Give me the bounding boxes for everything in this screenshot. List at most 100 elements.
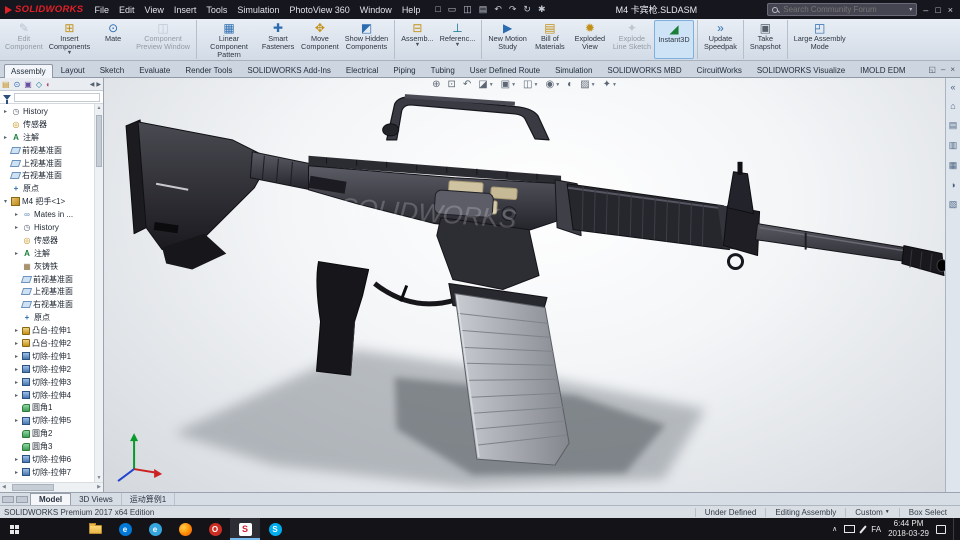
menu-help[interactable]: Help [397,3,426,17]
action-center-icon[interactable] [936,524,946,534]
section-view-icon[interactable]: ◪ ▼ [478,79,493,90]
appearances-scenes-icon[interactable]: ◑ [950,180,955,190]
maximize-button[interactable]: □ [935,5,940,15]
tree-item[interactable]: ▸ 切除-拉伸7 [0,466,93,479]
reference-geometry-button[interactable]: ⊥ Referenc... ▼ [437,20,479,59]
update-speedpak-button[interactable]: » Update Speedpak ▼ [697,20,740,59]
tab-imold-edm[interactable]: IMOLD EDM [853,63,912,77]
tree-item[interactable]: ▸ 切除-拉伸3 [0,376,93,389]
options-icon[interactable]: ✱ [538,4,546,15]
search-dropdown-icon[interactable]: ▾ [909,6,912,13]
fm-scroll-left-icon[interactable]: ◀ [90,81,95,88]
tree-expander-icon[interactable]: ▸ [13,353,20,360]
tree-item[interactable]: ▾ M4 把手<1> [0,195,93,208]
tab-circuitworks[interactable]: CircuitWorks [690,63,749,77]
taskbar-firefox-icon[interactable] [170,518,200,540]
edit-appearance-icon[interactable]: ◐▼ [567,79,573,90]
handguard-group[interactable] [554,179,736,251]
tab-electrical[interactable]: Electrical [339,63,385,77]
fm-scroll-right-icon[interactable]: ▶ [96,81,101,88]
save-icon[interactable]: ◫ [463,4,472,15]
model-tab[interactable]: Model [30,493,72,505]
scroll-left-icon[interactable]: ◀ [2,484,6,490]
bill-of-materials-button[interactable]: ▤ Bill of Materials ▼ [530,20,570,59]
tree-expander-icon[interactable]: ▸ [13,250,20,257]
tree-expander-icon[interactable]: ▸ [13,366,20,373]
new-motion-study-button[interactable]: ▶ New Motion Study ▼ [481,20,530,59]
tree-expander-icon[interactable]: ▸ [13,211,20,218]
tree-vertical-scrollbar[interactable]: ▲ ▼ [94,104,103,482]
tree-item[interactable]: 圆角2 [0,427,93,440]
scrollbar-thumb[interactable] [96,115,102,167]
tree-expander-icon[interactable]: ▸ [13,469,20,476]
tree-item[interactable]: 圆角3 [0,440,93,453]
undo-icon[interactable]: ↶ [494,4,502,15]
show-desktop-button[interactable] [953,518,957,540]
tab-render-tools[interactable]: Render Tools [178,63,239,77]
tree-item[interactable]: ▸ 切除-拉伸5 [0,414,93,427]
menu-window[interactable]: Window [355,3,397,17]
close-button[interactable]: × [948,5,953,15]
tab-solidworks-add-ins[interactable]: SOLIDWORKS Add-Ins [240,63,338,77]
view-settings-icon[interactable]: ✦ ▼ [603,79,617,90]
community-search[interactable]: ▾ [767,3,918,16]
tab-layout[interactable]: Layout [54,63,92,77]
hidden-icons-chevron-icon[interactable]: ∧ [832,525,837,533]
tab-evaluate[interactable]: Evaluate [132,63,177,77]
viewport-3d-canvas[interactable]: SOLIDWORKS [104,78,945,492]
taskbar-clock[interactable]: 6:44 PM 2018-03-29 [888,519,929,538]
tree-expander-icon[interactable]: ▸ [2,108,9,115]
solidworks-resources-icon[interactable]: ⌂ [950,101,955,111]
assembly-features-button[interactable]: ⊟ Assemb... ▼ [394,20,436,59]
instant3d-button[interactable]: ◢ Instant3D ▼ [654,20,695,59]
component-preview-window-button[interactable]: ◫ Component Preview Window ▼ [133,20,193,59]
open-document-icon[interactable]: ▭ [448,4,457,15]
front-sight-group[interactable] [722,161,761,271]
propertymanager-tab-icon[interactable]: ⊙ [14,80,21,89]
menu-insert[interactable]: Insert [169,3,202,17]
menu-view[interactable]: View [139,3,168,17]
motion-study-tab[interactable]: 运动算例1 [122,493,176,505]
editing-mode-status[interactable]: Editing Assembly▼ [765,507,845,517]
carry-handle-group[interactable] [382,94,550,141]
taskbar-file-explorer-icon[interactable] [80,518,110,540]
taskbar-solidworks-icon[interactable]: S [230,518,260,540]
pane-splitter-handle[interactable] [16,495,28,503]
tab-solidworks-visualize[interactable]: SOLIDWORKS Visualize [750,63,852,77]
apply-scene-icon[interactable]: ▨ ▼ [580,79,595,90]
edit-component-button[interactable]: ✎ Edit Component ▼ [2,20,46,59]
mate-button[interactable]: ⊙ Mate ▼ [93,20,133,59]
show-hidden-components-button[interactable]: ◩ Show Hidden Components ▼ [342,20,391,59]
insert-components-button[interactable]: ⊞ Insert Components ▼ [46,20,93,59]
language-indicator[interactable]: FA [871,525,881,534]
large-assembly-mode-button[interactable]: ◰ Large Assembly Mode ▼ [786,20,849,59]
tree-expander-icon[interactable]: ▸ [13,379,20,386]
tree-horizontal-scrollbar[interactable]: ◀ ▶ [0,482,103,492]
menu-file[interactable]: File [89,3,114,17]
collapse-taskpane-icon[interactable]: « [950,82,955,92]
tree-expander-icon[interactable]: ▸ [13,392,20,399]
scrollbar-thumb[interactable] [12,484,54,491]
tree-item[interactable]: 上视基准面 [0,157,93,170]
tab-assembly[interactable]: Assembly [4,64,53,78]
tree-item[interactable]: ▸ History [0,221,93,234]
zoom-to-fit-icon[interactable]: ⊕▼ [432,79,440,90]
custom-properties-icon[interactable]: ▧ [949,199,958,210]
taskbar-edge-icon[interactable]: e [110,518,140,540]
tree-expander-icon[interactable]: ▸ [13,340,20,347]
search-input[interactable] [781,4,907,15]
take-snapshot-button[interactable]: ▣ Take Snapshot ▼ [742,20,784,59]
tree-item[interactable]: ▸ 注解 [0,131,93,144]
tab-piping[interactable]: Piping [386,63,422,77]
selection-mode-status[interactable]: Box Select▼ [898,507,956,517]
rebuild-icon[interactable]: ↻ [523,4,531,15]
tree-item[interactable]: 圆角1 [0,401,93,414]
hide-show-items-icon[interactable]: ◉ ▼ [545,79,560,90]
pane-splitter-handle[interactable] [2,495,14,503]
start-button[interactable] [0,518,28,540]
scroll-right-icon[interactable]: ▶ [97,484,101,490]
tree-item[interactable]: 右视基准面 [0,298,93,311]
doc-close-button[interactable]: × [950,65,955,74]
zoom-to-area-icon[interactable]: ⊡▼ [447,79,455,90]
units-dropdown[interactable]: Custom ▼ [845,507,899,517]
